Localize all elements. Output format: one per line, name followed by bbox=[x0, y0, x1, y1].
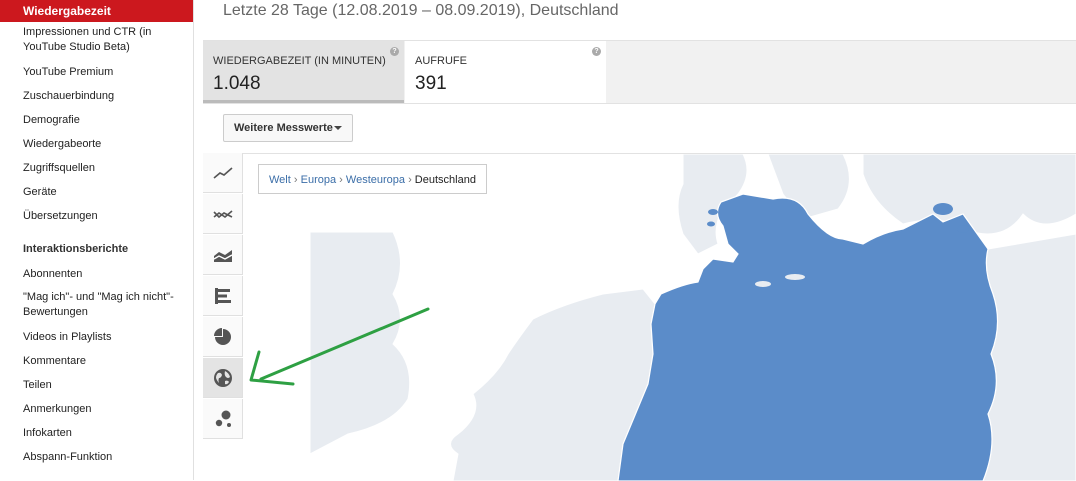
metric-label: WIEDERGABEZEIT (IN MINUTEN) bbox=[213, 55, 386, 67]
multi-line-chart-icon bbox=[212, 209, 233, 218]
sidebar-item-abonnenten[interactable]: Abonnenten bbox=[23, 267, 188, 282]
line-chart-icon bbox=[212, 166, 233, 179]
sidebar-item-zuschauerbindung[interactable]: Zuschauerbindung bbox=[23, 89, 188, 104]
breadcrumb-link-westeuropa[interactable]: Westeuropa bbox=[346, 174, 405, 186]
breadcrumb-link-welt[interactable]: Welt bbox=[269, 174, 291, 186]
sidebar-item-kommentare[interactable]: Kommentare bbox=[23, 354, 188, 369]
report-title: Letzte 28 Tage (12.08.2019 – 08.09.2019)… bbox=[223, 2, 619, 19]
breadcrumb-separator: › bbox=[339, 174, 343, 186]
metric-value: 1.048 bbox=[213, 73, 261, 94]
sidebar-item-infokarten[interactable]: Infokarten bbox=[23, 426, 188, 441]
help-icon[interactable]: ? bbox=[592, 47, 601, 56]
map-chart-button[interactable] bbox=[203, 358, 243, 398]
bar-chart-icon bbox=[214, 287, 231, 304]
sidebar-item-teilen[interactable]: Teilen bbox=[23, 378, 188, 393]
sidebar-item-impressionen[interactable]: Impressionen und CTR (in YouTube Studio … bbox=[23, 25, 188, 55]
metric-card-watch-time[interactable]: WIEDERGABEZEIT (IN MINUTEN) 1.048 ? bbox=[203, 41, 404, 103]
sidebar-item-zugriffsquellen[interactable]: Zugriffsquellen bbox=[23, 161, 188, 176]
breadcrumb-separator: › bbox=[408, 174, 412, 186]
metric-value: 391 bbox=[415, 73, 447, 94]
more-metrics-dropdown[interactable]: Weitere Messwerte bbox=[223, 114, 353, 142]
breadcrumb-separator: › bbox=[293, 174, 298, 186]
metrics-strip: WIEDERGABEZEIT (IN MINUTEN) 1.048 ? AUFR… bbox=[203, 40, 1076, 104]
globe-map-icon bbox=[213, 368, 232, 387]
sidebar-item-videos-in-playlists[interactable]: Videos in Playlists bbox=[23, 330, 188, 345]
bubble-chart-button[interactable] bbox=[203, 399, 243, 439]
breadcrumb-link-europa[interactable]: Europa bbox=[301, 174, 336, 186]
pie-chart-button[interactable] bbox=[203, 317, 243, 357]
chart-type-switcher bbox=[203, 153, 243, 443]
map-canvas bbox=[249, 154, 1076, 481]
stacked-area-chart-icon bbox=[213, 249, 232, 262]
sidebar-item-bewertungen[interactable]: "Mag ich"- und "Mag ich nicht"-Bewertung… bbox=[23, 290, 188, 320]
breadcrumb-current: Deutschland bbox=[414, 174, 476, 186]
line-chart-button[interactable] bbox=[203, 153, 243, 193]
sidebar-item-abspann-funktion[interactable]: Abspann-Funktion bbox=[23, 450, 188, 465]
stacked-area-chart-button[interactable] bbox=[203, 235, 243, 275]
more-metrics-label: Weitere Messwerte bbox=[234, 122, 333, 134]
sidebar-item-anmerkungen[interactable]: Anmerkungen bbox=[23, 402, 188, 417]
geo-map[interactable]: Welt › Europa › Westeuropa › Deutschland bbox=[243, 153, 1076, 481]
section-heading-interaktionsberichte: Interaktionsberichte bbox=[23, 243, 129, 255]
metric-card-views[interactable]: AUFRUFE 391 ? bbox=[405, 41, 606, 103]
help-icon[interactable]: ? bbox=[390, 47, 399, 56]
sidebar-item-youtube-premium[interactable]: YouTube Premium bbox=[23, 65, 188, 80]
breadcrumb: Welt › Europa › Westeuropa › Deutschland bbox=[258, 164, 487, 194]
sidebar-item-wiedergabeorte[interactable]: Wiedergabeorte bbox=[23, 137, 188, 152]
pie-chart-icon bbox=[213, 327, 231, 345]
caret-down-icon bbox=[334, 126, 342, 130]
sidebar-item-wiedergabezeit[interactable]: Wiedergabezeit bbox=[0, 0, 193, 22]
sidebar: Wiedergabezeit Impressionen und CTR (in … bbox=[0, 0, 194, 480]
sidebar-item-geraete[interactable]: Geräte bbox=[23, 185, 188, 200]
sidebar-item-demografie[interactable]: Demografie bbox=[23, 113, 188, 128]
bubble-chart-icon bbox=[215, 410, 231, 427]
multi-line-chart-button[interactable] bbox=[203, 194, 243, 234]
bar-chart-button[interactable] bbox=[203, 276, 243, 316]
sidebar-item-uebersetzungen[interactable]: Übersetzungen bbox=[23, 209, 188, 224]
metric-label: AUFRUFE bbox=[415, 55, 467, 67]
